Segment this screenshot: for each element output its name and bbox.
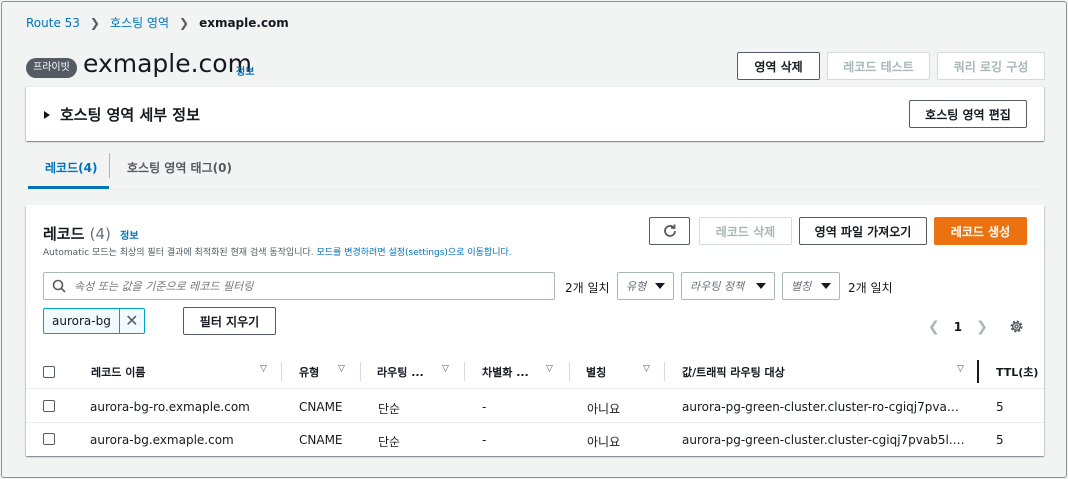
record-value: aurora-pg-green-cluster.cluster-ro-cgiqj… [682, 400, 966, 414]
refresh-icon [663, 224, 676, 237]
tab-divider [109, 153, 110, 178]
edit-hosted-zone-button[interactable]: 호스팅 영역 편집 [909, 100, 1027, 128]
hosted-zone-details-panel: 호스팅 영역 세부 정보 호스팅 영역 편집 [26, 86, 1044, 141]
breadcrumb-current: exmaple.com [199, 15, 289, 30]
record-name: aurora-bg.exmaple.com [90, 433, 234, 447]
breadcrumb-hosted-zones[interactable]: 호스팅 영역 [110, 14, 169, 31]
routing-policy-filter-select[interactable]: 라우팅 정책 [681, 272, 775, 300]
tabs-divider [26, 189, 1044, 190]
tab-records[interactable]: 레코드(4) [45, 159, 97, 176]
record-ttl: 5 [996, 433, 1004, 447]
chevron-right-icon[interactable]: ❯ [976, 319, 988, 335]
column-header-routing-policy[interactable]: 라우팅 ... [377, 364, 424, 380]
sort-icon[interactable]: ▽ [643, 364, 650, 374]
caret-right-icon [44, 110, 50, 119]
sort-icon[interactable]: ▽ [546, 364, 553, 374]
private-badge: 프라이빗 [26, 58, 77, 78]
record-differentiator: - [482, 433, 487, 447]
records-table-header: 레코드 이름 ▽ 유형 ▽ 라우팅 ... ▽ 차별화 ... ▽ 별칭 ▽ 값… [26, 354, 1044, 389]
record-value: aurora-pg-green-cluster.cluster-cgiqj7pv… [682, 433, 966, 447]
select-all-checkbox[interactable] [43, 366, 55, 378]
search-input[interactable] [74, 279, 514, 293]
match-count-secondary: 2개 일치 [848, 281, 893, 295]
column-resize-handle[interactable] [977, 360, 979, 383]
breadcrumb-route53[interactable]: Route 53 [26, 16, 80, 30]
clear-filters-button[interactable]: 필터 지우기 [183, 307, 276, 335]
column-divider [360, 362, 361, 381]
record-routing: 단순 [378, 402, 401, 416]
routing-policy-filter-label: 라우팅 정책 [690, 280, 745, 293]
delete-record-button[interactable]: 레코드 삭제 [699, 217, 792, 245]
chevron-left-icon[interactable]: ❮ [928, 319, 940, 335]
column-divider [664, 362, 665, 381]
record-alias: 아니요 [587, 435, 621, 449]
caret-down-icon [655, 283, 665, 289]
row-checkbox[interactable] [43, 400, 55, 412]
records-description: Automatic 모드는 최상의 필터 결과에 최적화된 현재 검색 동작입니… [43, 245, 512, 258]
record-filter-search[interactable] [43, 272, 555, 300]
sort-icon[interactable]: ▽ [442, 364, 449, 374]
filter-token: aurora-bg ✕ [43, 308, 145, 334]
record-name: aurora-bg-ro.exmaple.com [90, 400, 250, 414]
records-count: (4) [89, 225, 111, 243]
sort-icon[interactable]: ▽ [260, 364, 267, 374]
records-info-link[interactable]: 정보 [120, 231, 138, 242]
records-heading: 레코드 (4) 정보 [43, 223, 139, 244]
records-description-text: Automatic 모드는 최상의 필터 결과에 최적화된 현재 검색 동작입니… [43, 248, 317, 258]
type-filter-select[interactable]: 유형 [617, 272, 674, 300]
page-title: exmaple.com [83, 49, 252, 78]
alias-filter-label: 별칭 [791, 280, 812, 293]
record-routing: 단순 [378, 435, 401, 449]
record-type: CNAME [299, 433, 343, 447]
caret-down-icon [756, 283, 766, 289]
caret-down-icon [821, 283, 831, 289]
type-filter-label: 유형 [626, 280, 647, 293]
column-divider [464, 362, 465, 381]
column-header-value[interactable]: 값/트래픽 라우팅 대상 [682, 364, 785, 380]
import-zone-file-button[interactable]: 영역 파일 가져오기 [799, 217, 927, 245]
test-record-button[interactable]: 레코드 테스트 [827, 52, 930, 80]
filter-token-label: aurora-bg [44, 309, 120, 333]
table-row[interactable]: aurora-bg.exmaple.com CNAME 단순 - 아니요 aur… [26, 423, 1044, 456]
record-ttl: 5 [996, 400, 1004, 414]
pagination: ❮ 1 ❯ [928, 319, 988, 335]
sort-icon[interactable]: ▽ [338, 364, 345, 374]
record-alias: 아니요 [587, 402, 621, 416]
gear-icon[interactable] [1009, 319, 1024, 334]
column-header-differentiator[interactable]: 차별화 ... [482, 364, 529, 380]
column-header-type[interactable]: 유형 [299, 364, 319, 380]
column-header-ttl[interactable]: TTL(초) [996, 364, 1038, 380]
sort-icon[interactable]: ▽ [957, 364, 964, 374]
column-divider [281, 362, 282, 381]
chevron-right-icon: ❯ [89, 15, 100, 30]
record-differentiator: - [482, 400, 487, 414]
column-header-record-name[interactable]: 레코드 이름 [91, 364, 145, 380]
details-title: 호스팅 영역 세부 정보 [60, 106, 200, 124]
active-tab-indicator [28, 186, 109, 189]
chevron-right-icon: ❯ [179, 15, 190, 30]
column-divider [569, 362, 570, 381]
details-toggle[interactable]: 호스팅 영역 세부 정보 [44, 104, 200, 125]
refresh-button[interactable] [649, 217, 690, 245]
settings-link[interactable]: 모드를 변경하려면 설정(settings)으로 이동합니다. [317, 248, 512, 258]
records-title: 레코드 [43, 225, 85, 243]
record-type: CNAME [299, 400, 343, 414]
close-icon[interactable]: ✕ [120, 309, 144, 333]
column-header-alias[interactable]: 별칭 [586, 364, 606, 380]
tab-hosted-zone-tags[interactable]: 호스팅 영역 태그(0) [127, 159, 232, 176]
route53-window: Route 53 ❯ 호스팅 영역 ❯ exmaple.com 프라이빗 exm… [1, 1, 1067, 478]
create-record-button[interactable]: 레코드 생성 [934, 217, 1027, 245]
match-count: 2개 일치 [565, 281, 610, 295]
info-link[interactable]: 정보 [236, 63, 254, 78]
row-checkbox[interactable] [43, 433, 55, 445]
delete-zone-button[interactable]: 영역 삭제 [737, 52, 820, 80]
table-row[interactable]: aurora-bg-ro.exmaple.com CNAME 단순 - 아니요 … [26, 390, 1044, 423]
alias-filter-select[interactable]: 별칭 [782, 272, 840, 300]
query-logging-button[interactable]: 쿼리 로깅 구성 [937, 52, 1045, 80]
search-icon [52, 279, 66, 293]
records-panel: 레코드 (4) 정보 Automatic 모드는 최상의 필터 결과에 최적화된… [26, 205, 1044, 456]
page-number[interactable]: 1 [954, 320, 962, 334]
breadcrumb: Route 53 ❯ 호스팅 영역 ❯ exmaple.com [26, 14, 289, 31]
